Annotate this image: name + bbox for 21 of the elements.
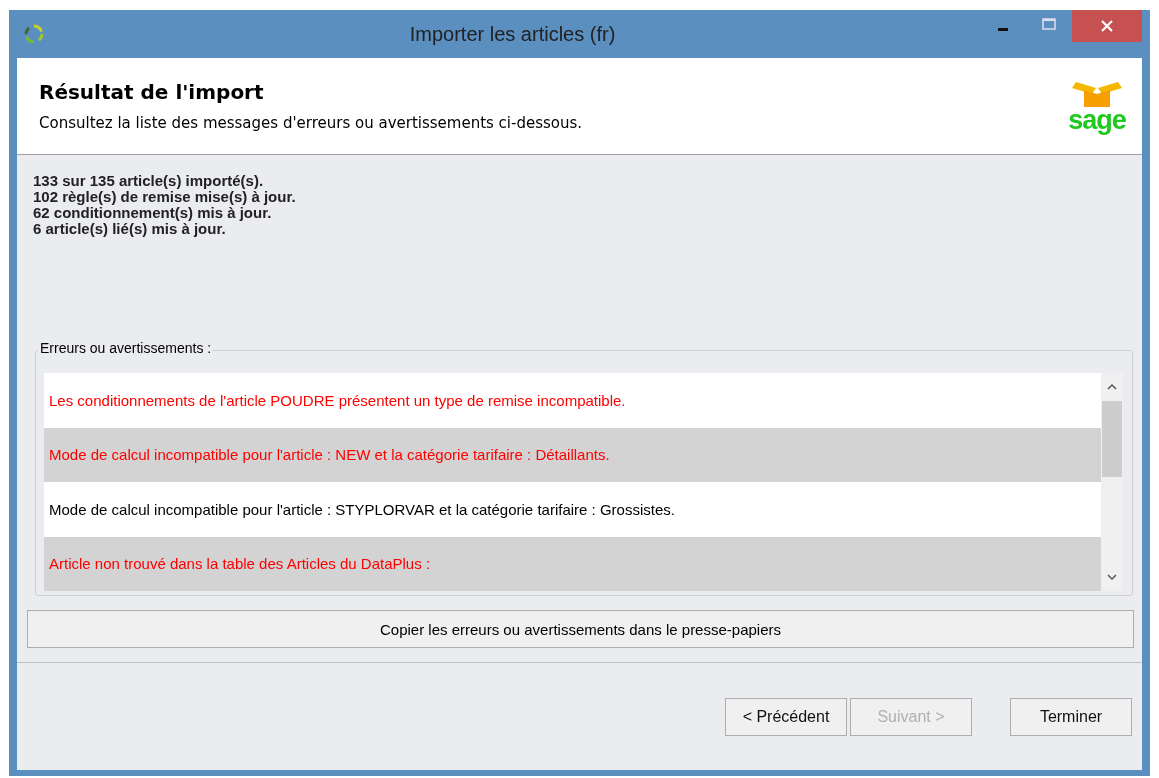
summary-line: 6 article(s) lié(s) mis à jour. [33, 221, 227, 237]
header-title: Résultat de l'import [39, 80, 265, 104]
close-button[interactable] [1072, 10, 1142, 42]
window-title: Importer les articles (fr) [408, 22, 617, 46]
refresh-icon [23, 23, 45, 45]
message-row[interactable]: Mode de calcul incompatible pour l'article : STYPLORVAR et la catégorie tarifaire : Grossistes. [44, 482, 1101, 537]
header-subtitle: Consultez la liste des messages d'erreurs ou avertissements ci-dessous. [39, 114, 584, 132]
summary-line: 102 règle(s) de remise mise(s) à jour. [33, 189, 297, 205]
maximize-icon [1042, 18, 1056, 30]
close-icon [1101, 20, 1113, 32]
scroll-down-icon[interactable] [1106, 571, 1118, 583]
message-row[interactable]: Les conditionnements de l'article POUDRE présentent un type de remise incompatible. [44, 373, 1101, 428]
summary-line: 133 sur 135 article(s) importé(s). [33, 173, 265, 189]
scrollbar[interactable] [1101, 373, 1123, 591]
wizard-button[interactable]: Terminer [1010, 697, 1132, 736]
copy-button[interactable]: Copier les erreurs ou avertissements dans le presse-papiers [27, 610, 1134, 648]
summary-line: 62 conditionnement(s) mis à jour. [33, 205, 272, 221]
scroll-thumb[interactable] [1102, 401, 1122, 477]
wizard-button[interactable]: < Précédent [725, 697, 847, 736]
minimize-icon [998, 27, 1008, 31]
group-label: Erreurs ou avertissements : [38, 340, 214, 356]
